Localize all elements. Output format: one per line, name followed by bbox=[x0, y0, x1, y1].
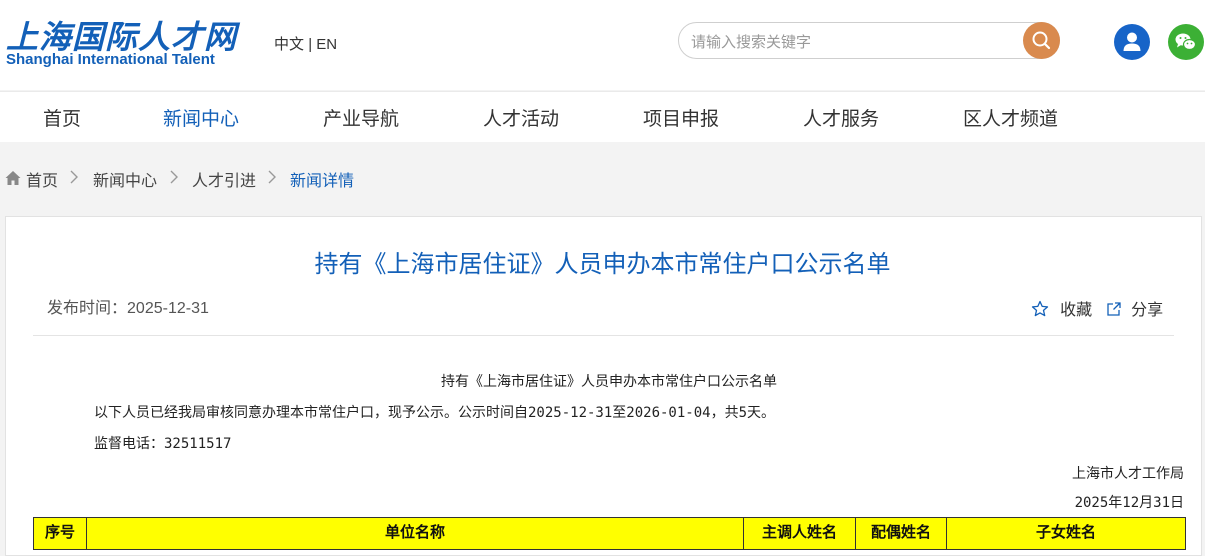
nav-item-talent-events[interactable]: 人才活动 bbox=[483, 104, 559, 131]
share-button[interactable]: 分享 bbox=[1106, 296, 1163, 320]
search-button[interactable] bbox=[1023, 22, 1060, 59]
language-switcher: 中文 | EN bbox=[274, 33, 337, 54]
share-label: 分享 bbox=[1131, 300, 1164, 319]
breadcrumb-news-center[interactable]: 新闻中心 bbox=[93, 167, 157, 191]
table-header-employer: 单位名称 bbox=[87, 518, 744, 549]
chevron-right-icon bbox=[170, 170, 178, 184]
share-icon bbox=[1107, 302, 1121, 316]
user-icon bbox=[1123, 32, 1141, 51]
breadcrumb-news-detail: 新闻详情 bbox=[290, 171, 355, 190]
publish-time: 发布时间：2025-12-31 bbox=[47, 294, 209, 318]
search-icon bbox=[1032, 31, 1051, 50]
breadcrumb-talent-intro[interactable]: 人才引进 bbox=[192, 167, 256, 191]
chevron-right-icon bbox=[70, 170, 78, 184]
search-input[interactable] bbox=[689, 29, 1013, 55]
lang-english-link[interactable]: EN bbox=[316, 36, 337, 53]
nav-item-home[interactable]: 首页 bbox=[43, 104, 81, 131]
favorite-button[interactable]: 收藏 bbox=[1031, 296, 1092, 320]
nav-item-talent-services[interactable]: 人才服务 bbox=[803, 104, 879, 131]
publish-date: 2025-12-31 bbox=[127, 300, 209, 317]
logo-english[interactable]: Shanghai International Talent bbox=[6, 51, 215, 68]
nav-item-district-channel[interactable]: 区人才频道 bbox=[963, 104, 1058, 131]
nav-item-news-center[interactable]: 新闻中心 bbox=[163, 104, 239, 131]
nav-item-industry-guide[interactable]: 产业导航 bbox=[323, 104, 399, 131]
lang-chinese-link[interactable]: 中文 bbox=[274, 36, 304, 53]
user-account-button[interactable] bbox=[1114, 24, 1150, 60]
article-divider bbox=[33, 335, 1174, 336]
star-icon bbox=[1031, 300, 1049, 317]
breadcrumb-home[interactable]: 首页 bbox=[26, 167, 58, 191]
supervision-phone: 监督电话：32511517 bbox=[94, 436, 232, 452]
issue-date: 2025年12月31日 bbox=[1074, 495, 1184, 511]
lang-separator: | bbox=[308, 36, 313, 53]
wechat-button[interactable] bbox=[1168, 24, 1204, 60]
favorite-label: 收藏 bbox=[1060, 300, 1093, 319]
table-header-children: 子女姓名 bbox=[1035, 523, 1096, 541]
article-notice: 以下人员已经我局审核同意办理本市常住户口，现予公示。公示时间自2025-12-3… bbox=[94, 405, 776, 421]
nav-item-project-apply[interactable]: 项目申报 bbox=[643, 104, 719, 131]
main-nav: 首页 新闻中心 产业导航 人才活动 项目申报 人才服务 区人才频道 bbox=[0, 91, 1205, 142]
article-title: 持有《上海市居住证》人员申办本市常住户口公示名单 bbox=[314, 250, 891, 278]
publish-time-label: 发布时间： bbox=[47, 298, 128, 317]
table-header-row: 序号 单位名称 主调人姓名 配偶姓名 子女姓名 bbox=[33, 517, 1186, 550]
article-heading: 持有《上海市居住证》人员申办本市常住户口公示名单 bbox=[441, 374, 777, 390]
table-header-index: 序号 bbox=[34, 518, 87, 549]
table-header-applicant: 主调人姓名 bbox=[744, 518, 856, 549]
issuer: 上海市人才工作局 bbox=[1072, 466, 1184, 482]
home-icon[interactable] bbox=[4, 169, 22, 187]
wechat-icon bbox=[1175, 33, 1197, 51]
site-header: 上海国际人才网 Shanghai International Talent 中文… bbox=[0, 0, 1205, 90]
chevron-right-icon bbox=[268, 170, 276, 184]
table-header-spouse: 配偶姓名 bbox=[856, 518, 947, 549]
search-box bbox=[678, 22, 1060, 59]
